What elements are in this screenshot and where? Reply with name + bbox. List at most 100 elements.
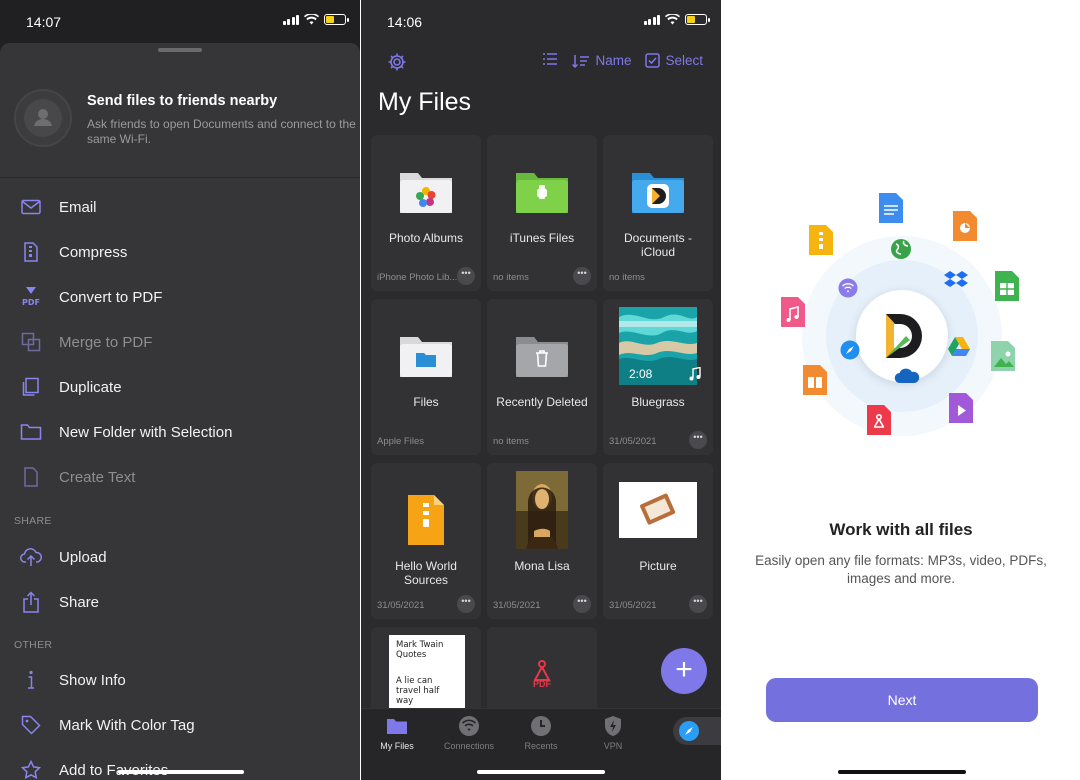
file-tile-itunes-files[interactable]: iTunes Files no items ••• <box>487 135 597 291</box>
more-button[interactable]: ••• <box>457 267 475 285</box>
file-name: Bluegrass <box>631 395 685 409</box>
avatar <box>14 89 72 147</box>
archive-file-icon <box>809 225 833 255</box>
file-name: Mona Lisa <box>514 559 570 573</box>
picture-thumbnail <box>619 482 697 538</box>
settings-button[interactable] <box>387 52 407 77</box>
browser-shortcut-button[interactable] <box>673 717 721 745</box>
music-file-icon <box>781 297 805 327</box>
file-name: Picture <box>639 559 677 573</box>
text-preview-body: A lie can travel half way <box>396 676 440 706</box>
add-button[interactable]: + <box>661 648 707 694</box>
status-bar: 14:06 <box>361 0 721 42</box>
presentation-file-icon <box>953 211 977 241</box>
status-bar: 14:07 <box>0 0 360 42</box>
photos-folder-icon <box>400 173 452 213</box>
painting-thumbnail <box>516 471 568 549</box>
action-add-to-favorites[interactable]: Add to Favorites <box>0 748 360 780</box>
onboarding-heading: Work with all files <box>829 520 973 539</box>
my-files-screen: 14:06 Name Select My Files Photo Albums … <box>361 0 721 780</box>
tab-connections[interactable]: Connections <box>433 715 505 751</box>
document-file-icon <box>879 193 903 223</box>
globe-icon <box>891 239 911 259</box>
action-mark-with-color-tag[interactable]: Mark With Color Tag <box>0 703 360 747</box>
home-indicator <box>477 770 605 774</box>
nearby-subtitle: Ask friends to open Documents and connec… <box>87 117 356 146</box>
sheet-grabber[interactable] <box>158 48 202 52</box>
wifi-icon <box>459 716 479 736</box>
folder-icon <box>387 719 407 734</box>
tab-my-files[interactable]: My Files <box>361 715 433 751</box>
image-file-icon <box>991 341 1015 371</box>
action-label: Duplicate <box>59 378 122 396</box>
compass-icon <box>685 727 693 735</box>
shield-icon <box>605 716 621 736</box>
list-view-button[interactable] <box>542 52 558 69</box>
sort-button[interactable]: Name <box>572 53 631 68</box>
file-tile-mona-lisa[interactable]: Mona Lisa 31/05/2021 ••• <box>487 463 597 619</box>
action-show-info[interactable]: Show Info <box>0 658 360 702</box>
action-new-folder-with-selection[interactable]: New Folder with Selection <box>0 410 360 454</box>
action-share[interactable]: Share <box>0 580 360 624</box>
section-header-other: OTHER <box>14 639 53 651</box>
action-compress[interactable]: Compress <box>0 230 360 274</box>
file-subtitle: no items <box>493 436 529 447</box>
action-email[interactable]: Email <box>0 185 360 229</box>
safari-compass-icon <box>840 340 860 360</box>
file-subtitle: 31/05/2021 <box>377 600 425 611</box>
wifi-share-icon <box>838 278 858 298</box>
more-button[interactable]: ••• <box>573 267 591 285</box>
itunes-folder-icon <box>516 173 568 213</box>
action-upload[interactable]: Upload <box>0 535 360 579</box>
action-create-text[interactable]: Create Text <box>0 455 360 499</box>
next-button[interactable]: Next <box>766 678 1038 722</box>
file-tile-photo-albums[interactable]: Photo Albums iPhone Photo Lib... ••• <box>371 135 481 291</box>
svg-text:PDF: PDF <box>22 298 40 307</box>
action-label: Share <box>59 593 100 611</box>
action-convert-to-pdf[interactable]: PDF Convert to PDF <box>0 275 360 319</box>
action-duplicate[interactable]: Duplicate <box>0 365 360 409</box>
file-name: Files <box>413 395 439 409</box>
action-label: New Folder with Selection <box>59 423 233 441</box>
file-name: Photo Albums <box>388 231 464 245</box>
file-tile-hello-world-sources[interactable]: Hello World Sources 31/05/2021 ••• <box>371 463 481 619</box>
file-tile-picture[interactable]: Picture 31/05/2021 ••• <box>603 463 713 619</box>
wifi-status-icon <box>665 14 680 25</box>
file-tile-bluegrass[interactable]: 2:08 Bluegrass 31/05/2021 ••• <box>603 299 713 455</box>
more-button[interactable]: ••• <box>573 595 591 613</box>
signal-icon <box>282 14 299 25</box>
tab-vpn[interactable]: VPN <box>577 715 649 751</box>
action-merge-to-pdf[interactable]: Merge to PDF <box>0 320 360 364</box>
checkbox-icon <box>645 53 661 68</box>
info-icon <box>28 670 34 689</box>
envelope-icon <box>21 199 41 215</box>
video-duration: 2:08 <box>629 367 653 381</box>
files-folder-icon <box>400 337 452 377</box>
file-subtitle: no items <box>609 272 645 283</box>
select-button[interactable]: Select <box>645 53 703 68</box>
music-note-icon <box>689 367 701 381</box>
more-button[interactable]: ••• <box>457 595 475 613</box>
file-tile-recently-deleted[interactable]: Recently Deleted no items <box>487 299 597 455</box>
clock-icon <box>531 716 551 736</box>
list-icon <box>543 53 558 65</box>
file-tile-documents-icloud[interactable]: Documents - iCloud no items <box>603 135 713 291</box>
file-subtitle: 31/05/2021 <box>609 600 657 611</box>
nearby-share-banner[interactable]: Send files to friends nearby Ask friends… <box>14 87 356 157</box>
file-name: Hello World Sources <box>395 559 457 587</box>
more-button[interactable]: ••• <box>689 431 707 449</box>
file-tile-files[interactable]: Files Apple Files <box>371 299 481 455</box>
pdf-icon: PDF <box>22 287 40 307</box>
battery-icon <box>685 14 710 25</box>
dropbox-icon <box>944 271 968 287</box>
more-button[interactable]: ••• <box>689 595 707 613</box>
text-icon <box>24 467 38 487</box>
text-preview: Mark Twain Quotes A lie can travel half … <box>389 635 465 715</box>
sort-icon <box>572 54 590 68</box>
text-preview-title: Mark Twain Quotes <box>396 640 444 660</box>
duplicate-icon <box>22 377 39 396</box>
file-subtitle: 31/05/2021 <box>493 600 541 611</box>
tab-recents[interactable]: Recents <box>505 715 577 751</box>
tab-label: My Files <box>380 741 414 751</box>
file-name: Recently Deleted <box>496 395 588 409</box>
